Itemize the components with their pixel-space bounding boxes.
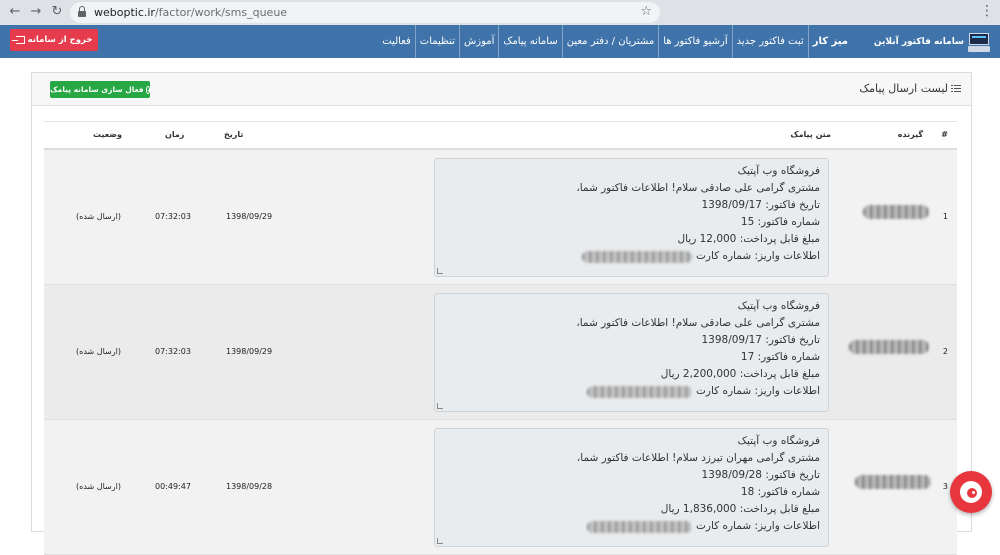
message-line: تاریخ فاکتور: 1398/09/28 — [701, 469, 820, 481]
card-number-redacted — [586, 385, 692, 398]
panel-title-text: لیست ارسال پیامک — [859, 82, 948, 95]
message-line: مبلغ قابل پرداخت: 2,200,000 ریال — [660, 368, 820, 380]
brand-logo-icon — [968, 31, 990, 53]
resize-handle-icon[interactable] — [437, 268, 443, 274]
row-date: 1398/09/29 — [226, 212, 273, 221]
resize-handle-icon[interactable] — [437, 403, 443, 409]
message-line: فروشگاه وب آپتیک — [737, 435, 820, 447]
forward-arrow-icon[interactable]: → — [27, 3, 45, 21]
table-row: 3 فروشگاه وب آپتیک مشتری گرامی مهران تیر… — [44, 420, 957, 555]
message-textarea[interactable]: فروشگاه وب آپتیک مشتری گرامی مهران تیرزد… — [434, 428, 829, 547]
recipient-redacted — [849, 340, 929, 354]
resize-handle-icon[interactable] — [437, 538, 443, 544]
message-line: شماره فاکتور: 18 — [740, 486, 820, 498]
check-circle-icon — [145, 85, 150, 94]
lock-icon — [78, 6, 86, 17]
menu-item-activity[interactable]: فعالیت — [378, 25, 415, 58]
row-status: (ارسال شده) — [76, 347, 121, 356]
message-line: فروشگاه وب آپتیک — [737, 300, 820, 312]
row-time: 00:49:47 — [155, 482, 191, 491]
table-row: 1 فروشگاه وب آپتیک مشتری گرامی علی صادقی… — [44, 150, 957, 285]
row-index: 2 — [942, 347, 948, 356]
message-line: شماره فاکتور: 17 — [740, 351, 820, 363]
app-navbar: سامانه فاکتور آنلاین میز کار ثبت فاکتور … — [0, 25, 1000, 58]
message-line: مبلغ قابل پرداخت: 1,836,000 ریال — [660, 503, 820, 515]
row-index: 1 — [942, 212, 948, 221]
menu-item-new-invoice[interactable]: ثبت فاکتور جدید — [731, 25, 808, 58]
panel-header: لیست ارسال پیامک فعال سازی سامانه پیامک — [32, 73, 971, 106]
menu-item-settings[interactable]: تنظیمات — [414, 25, 459, 58]
recipient-redacted — [863, 205, 929, 219]
message-line: مشتری گرامی مهران تیرزد سلام! اطلاعات فا… — [576, 452, 820, 464]
row-date: 1398/09/29 — [226, 347, 273, 356]
message-line: تاریخ فاکتور: 1398/09/17 — [701, 199, 820, 211]
url-domain: weboptic.ir — [94, 6, 155, 19]
message-textarea[interactable]: فروشگاه وب آپتیک مشتری گرامی علی صادقی س… — [434, 158, 829, 277]
message-textarea[interactable]: فروشگاه وب آپتیک مشتری گرامی علی صادقی س… — [434, 293, 829, 412]
row-status: (ارسال شده) — [76, 482, 121, 491]
menu-item-tutorial[interactable]: آموزش — [459, 25, 498, 58]
brand[interactable]: سامانه فاکتور آنلاین — [874, 29, 990, 54]
chat-face-icon — [960, 481, 982, 503]
back-arrow-icon[interactable]: ← — [6, 3, 24, 21]
message-line-text: اطلاعات واریز: شماره کارت — [695, 250, 820, 262]
reload-icon[interactable]: ↻ — [48, 3, 66, 21]
header-status: وضعیت — [93, 130, 122, 139]
recipient-redacted — [855, 475, 931, 489]
activate-sms-label: فعال سازی سامانه پیامک — [50, 85, 144, 94]
card-number-redacted — [581, 250, 692, 263]
table-row: 2 فروشگاه وب آپتیک مشتری گرامی علی صادقی… — [44, 285, 957, 420]
header-recipient: گیرنده — [897, 130, 923, 139]
header-time: زمان — [165, 130, 185, 139]
header-date: تاریخ — [224, 130, 244, 139]
list-icon — [951, 84, 961, 93]
message-line: اطلاعات واریز: شماره کارت — [443, 383, 820, 400]
message-line-text: اطلاعات واریز: شماره کارت — [695, 385, 820, 397]
table-header: # گیرنده متن پیامک تاریخ زمان وضعیت — [44, 121, 957, 150]
sms-queue-table: # گیرنده متن پیامک تاریخ زمان وضعیت 1 فر… — [44, 121, 957, 555]
menu-item-sms-system[interactable]: سامانه پیامک — [498, 25, 561, 58]
message-line: فروشگاه وب آپتیک — [737, 165, 820, 177]
row-time: 07:32:03 — [155, 347, 191, 356]
card-number-redacted — [586, 520, 692, 533]
address-bar[interactable]: weboptic.ir/factor/work/sms_queue ☆ — [70, 2, 660, 23]
row-status: (ارسال شده) — [76, 212, 121, 221]
bookmark-star-icon[interactable]: ☆ — [640, 4, 652, 19]
message-line: مبلغ قابل پرداخت: 12,000 ریال — [677, 233, 820, 245]
logout-label: خروج از سامانه — [27, 35, 93, 45]
url-path: /factor/work/sms_queue — [154, 6, 288, 19]
brand-title: سامانه فاکتور آنلاین — [873, 36, 964, 47]
logout-button[interactable]: خروج از سامانه — [10, 29, 98, 51]
message-line: اطلاعات واریز: شماره کارت — [443, 248, 820, 265]
browser-toolbar: ← → ↻ weboptic.ir/factor/work/sms_queue … — [0, 0, 1000, 25]
header-message: متن پیامک — [790, 130, 831, 139]
activate-sms-button[interactable]: فعال سازی سامانه پیامک — [50, 81, 150, 98]
message-line: مشتری گرامی علی صادقی سلام! اطلاعات فاکت… — [576, 182, 820, 194]
message-line: مشتری گرامی علی صادقی سلام! اطلاعات فاکت… — [576, 317, 820, 329]
menu-item-invoice-archive[interactable]: آرشیو فاکتور ها — [658, 25, 731, 58]
sign-out-icon — [11, 36, 25, 44]
row-date: 1398/09/28 — [226, 482, 273, 491]
chat-widget-icon[interactable] — [950, 471, 992, 513]
message-line: تاریخ فاکتور: 1398/09/17 — [701, 334, 820, 346]
menu-item-dashboard[interactable]: میز کار — [807, 25, 852, 58]
row-index: 3 — [942, 482, 948, 491]
browser-menu-icon[interactable]: ⋮ — [980, 3, 994, 19]
main-menu: میز کار ثبت فاکتور جدید آرشیو فاکتور ها … — [378, 25, 852, 58]
header-index: # — [941, 130, 948, 139]
message-line: شماره فاکتور: 15 — [740, 216, 820, 228]
row-time: 07:32:03 — [155, 212, 191, 221]
url-text[interactable]: weboptic.ir/factor/work/sms_queue — [94, 5, 287, 20]
menu-item-customers[interactable]: مشتریان / دفتر معین — [561, 25, 658, 58]
panel-title: لیست ارسال پیامک — [859, 82, 961, 95]
